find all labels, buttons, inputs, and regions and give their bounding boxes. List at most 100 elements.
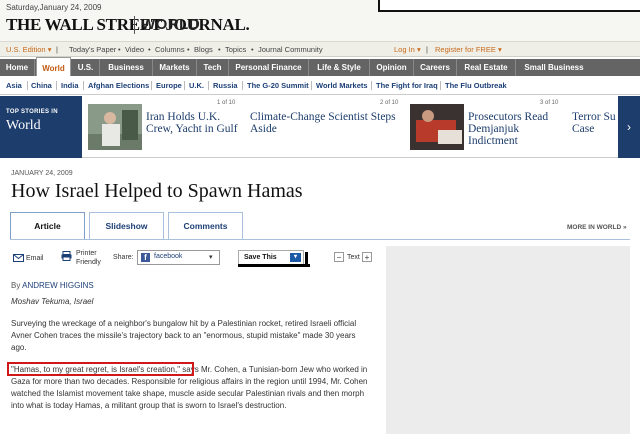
subnav-divider <box>27 81 28 90</box>
nav-opinion[interactable]: Opinion <box>370 59 414 76</box>
story-title-line: Prosecutors Read <box>468 111 549 123</box>
nav-careers[interactable]: Careers <box>414 59 457 76</box>
carousel-next-button[interactable]: › <box>618 96 640 158</box>
main-nav: Home World U.S. Business Markets Tech Pe… <box>0 57 640 76</box>
subnav-china[interactable]: China <box>31 81 52 90</box>
nav-markets[interactable]: Markets <box>153 59 197 76</box>
subnav-afghan-elections[interactable]: Afghan Elections <box>88 81 149 90</box>
printer-label: Printer <box>76 250 97 257</box>
chevron-down-icon: ▾ <box>47 45 52 54</box>
story-title: Terror Su Case <box>572 111 616 135</box>
link-topics[interactable]: Topics <box>225 45 246 54</box>
nav-world[interactable]: World <box>36 57 71 76</box>
right-column-ad <box>386 246 630 434</box>
story-title-line: Iran Holds U.K. <box>146 111 221 123</box>
subnav-russia[interactable]: Russia <box>213 81 238 90</box>
chevron-right-icon: › <box>627 120 631 134</box>
top-story-4[interactable]: Terror Su Case <box>568 96 618 158</box>
save-this-label: Save This <box>244 254 277 261</box>
login-link[interactable]: Log In ▾ <box>394 45 421 54</box>
byline-prefix: By <box>11 281 21 290</box>
subnav-divider <box>151 81 152 90</box>
dateline: Moshav Tekuma, Israel <box>11 297 94 306</box>
subnav-world-markets[interactable]: World Markets <box>316 81 368 90</box>
masthead-date: Saturday,January 24, 2009 <box>6 3 102 12</box>
tab-underline <box>10 239 630 240</box>
register-label: Register for FREE <box>435 45 496 54</box>
subnav-uk[interactable]: U.K. <box>189 81 204 90</box>
chevron-down-icon: ▾ <box>497 45 502 54</box>
register-link[interactable]: Register for FREE ▾ <box>435 45 502 54</box>
link-journal-community[interactable]: Journal Community <box>258 45 323 54</box>
redaction-mark <box>305 252 308 267</box>
nav-tech[interactable]: Tech <box>197 59 229 76</box>
nav-real-estate[interactable]: Real Estate <box>457 59 516 76</box>
subnav-divider <box>440 81 441 90</box>
subnav-fight-for-iraq[interactable]: The Fight for Iraq <box>376 81 438 90</box>
tab-slideshow[interactable]: Slideshow <box>89 212 164 239</box>
subnav-divider <box>242 81 243 90</box>
subnav-divider <box>83 81 84 90</box>
share-dropdown[interactable]: f facebook ▾ <box>137 250 220 265</box>
quote-highlight-box <box>7 362 194 376</box>
bullet: • <box>118 45 121 54</box>
save-this-button[interactable]: Save This ▾ <box>238 250 304 265</box>
utility-bar: U.S. Edition ▾ | Today's Paper • Video •… <box>0 42 640 57</box>
author-link[interactable]: ANDREW HIGGINS <box>22 281 94 290</box>
story-title-line: Aside <box>250 123 277 135</box>
share-label: Share: <box>113 254 134 261</box>
text-size-decrease[interactable]: − <box>334 252 344 262</box>
top-story-1[interactable]: 1 of 10 Iran Holds U.K. Crew, Yacht in G… <box>84 96 244 158</box>
nav-business[interactable]: Business <box>100 59 153 76</box>
share-selected: facebook <box>154 253 183 260</box>
article-date: JANUARY 24, 2009 <box>11 170 73 177</box>
link-columns[interactable]: Columns <box>155 45 185 54</box>
nav-small-business[interactable]: Small Business <box>516 59 592 76</box>
link-video[interactable]: Video <box>125 45 144 54</box>
story-title-line: Climate-Change Scientist Steps <box>250 111 396 123</box>
masthead: Saturday,January 24, 2009 THE WALL STREE… <box>0 0 640 42</box>
email-label: Email <box>25 254 44 262</box>
top-story-2[interactable]: 2 of 10 Climate-Change Scientist Steps A… <box>246 96 404 158</box>
wsj-logo[interactable]: THE WALL STREET JOURNAL. <box>6 15 250 35</box>
subnav-divider <box>371 81 372 90</box>
nav-us[interactable]: U.S. <box>72 59 100 76</box>
envelope-icon <box>13 254 24 262</box>
login-label: Log In <box>394 45 415 54</box>
chevron-down-icon: ▾ <box>209 254 213 261</box>
subnav-flu-outbreak[interactable]: The Flu Outbreak <box>445 81 507 90</box>
story-title-line: Case <box>572 123 595 135</box>
story-title: Climate-Change Scientist Steps Aside <box>250 111 396 135</box>
story-count: 3 of 10 <box>540 100 559 106</box>
printer-icon <box>61 251 72 261</box>
edition-selector[interactable]: U.S. Edition ▾ <box>6 45 51 54</box>
subnav-asia[interactable]: Asia <box>6 81 22 90</box>
story-title-line: Indictment <box>468 135 518 147</box>
tab-comments[interactable]: Comments <box>168 212 243 239</box>
section-title: WORLD <box>141 16 201 33</box>
subnav-divider <box>208 81 209 90</box>
subnav-europe[interactable]: Europe <box>156 81 182 90</box>
subnav-india[interactable]: India <box>61 81 79 90</box>
top-stories-carousel: TOP STORIES IN World 1 of 10 Iran Holds … <box>0 96 640 158</box>
link-todays-paper[interactable]: Today's Paper <box>69 45 116 54</box>
printer-friendly-tool[interactable]: Printer Friendly <box>61 249 101 267</box>
top-story-3[interactable]: 3 of 10 Prosecutors Read Demjanjuk Indic… <box>406 96 566 158</box>
bullet: • <box>251 45 254 54</box>
printer-label: Friendly <box>76 259 101 266</box>
edition-label: U.S. Edition <box>6 45 46 54</box>
story-count: 2 of 10 <box>380 100 399 106</box>
nav-home[interactable]: Home <box>0 59 35 76</box>
nav-life-style[interactable]: Life & Style <box>309 59 370 76</box>
text-size-increase[interactable]: + <box>362 252 372 262</box>
story-title: Iran Holds U.K. Crew, Yacht in Gulf <box>146 111 238 135</box>
tab-article[interactable]: Article <box>10 212 85 240</box>
top-stories-small-label: TOP STORIES IN <box>6 109 58 115</box>
subnav-g20-summit[interactable]: The G-20 Summit <box>247 81 309 90</box>
more-in-world-link[interactable]: MORE IN WORLD » <box>567 224 627 231</box>
bullet: • <box>218 45 221 54</box>
link-blogs[interactable]: Blogs <box>194 45 213 54</box>
nav-personal-finance[interactable]: Personal Finance <box>229 59 309 76</box>
util-separator: | <box>426 45 428 54</box>
email-tool[interactable]: Email <box>13 254 43 262</box>
